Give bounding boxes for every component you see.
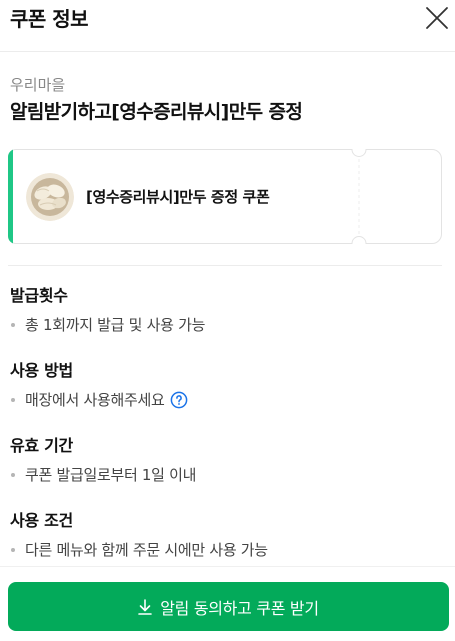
help-circle-icon[interactable]: [170, 391, 188, 409]
info-title: 발급횟수: [10, 286, 68, 305]
info-text: 총 1회까지 발급 및 사용 가능: [25, 316, 206, 334]
download-icon: [138, 598, 153, 615]
bullet-dot: [11, 473, 15, 477]
header: 쿠폰 정보: [0, 0, 455, 52]
get-coupon-button-label: 알림 동의하고 쿠폰 받기: [160, 598, 319, 618]
store-name: 우리마을: [10, 76, 66, 94]
bullet-dot: [11, 548, 15, 552]
info-issue-count: 발급횟수 총 1회까지 발급 및 사용 가능: [10, 284, 450, 337]
info-text: 다른 메뉴와 함께 주문 시에만 사용 가능: [25, 541, 268, 559]
info-title: 유효 기간: [10, 436, 73, 455]
coupon-ticket: [영수증리뷰시]만두 증정 쿠폰: [8, 149, 442, 244]
info-title: 사용 방법: [10, 361, 73, 380]
info-usage-condition: 사용 조건 다른 메뉴와 함께 주문 시에만 사용 가능: [10, 509, 450, 562]
coupon-headline: 알림받기하고[영수증리뷰시]만두 증정: [10, 101, 303, 123]
divider: [8, 265, 442, 266]
bullet-dot: [11, 323, 15, 327]
close-button[interactable]: [424, 5, 450, 31]
info-text: 매장에서 사용해주세요: [25, 391, 165, 409]
coupon-food-image: [26, 173, 74, 221]
info-valid-period: 유효 기간 쿠폰 발급일로부터 1일 이내: [10, 434, 450, 487]
close-icon: [426, 7, 448, 29]
get-coupon-button[interactable]: 알림 동의하고 쿠폰 받기: [8, 582, 449, 631]
info-text: 쿠폰 발급일로부터 1일 이내: [25, 466, 197, 484]
bullet-dot: [11, 398, 15, 402]
page-title: 쿠폰 정보: [10, 7, 89, 31]
info-title: 사용 조건: [10, 511, 73, 530]
coupon-ticket-label: [영수증리뷰시]만두 증정 쿠폰: [86, 188, 270, 206]
info-usage-method: 사용 방법 매장에서 사용해주세요: [10, 359, 450, 412]
